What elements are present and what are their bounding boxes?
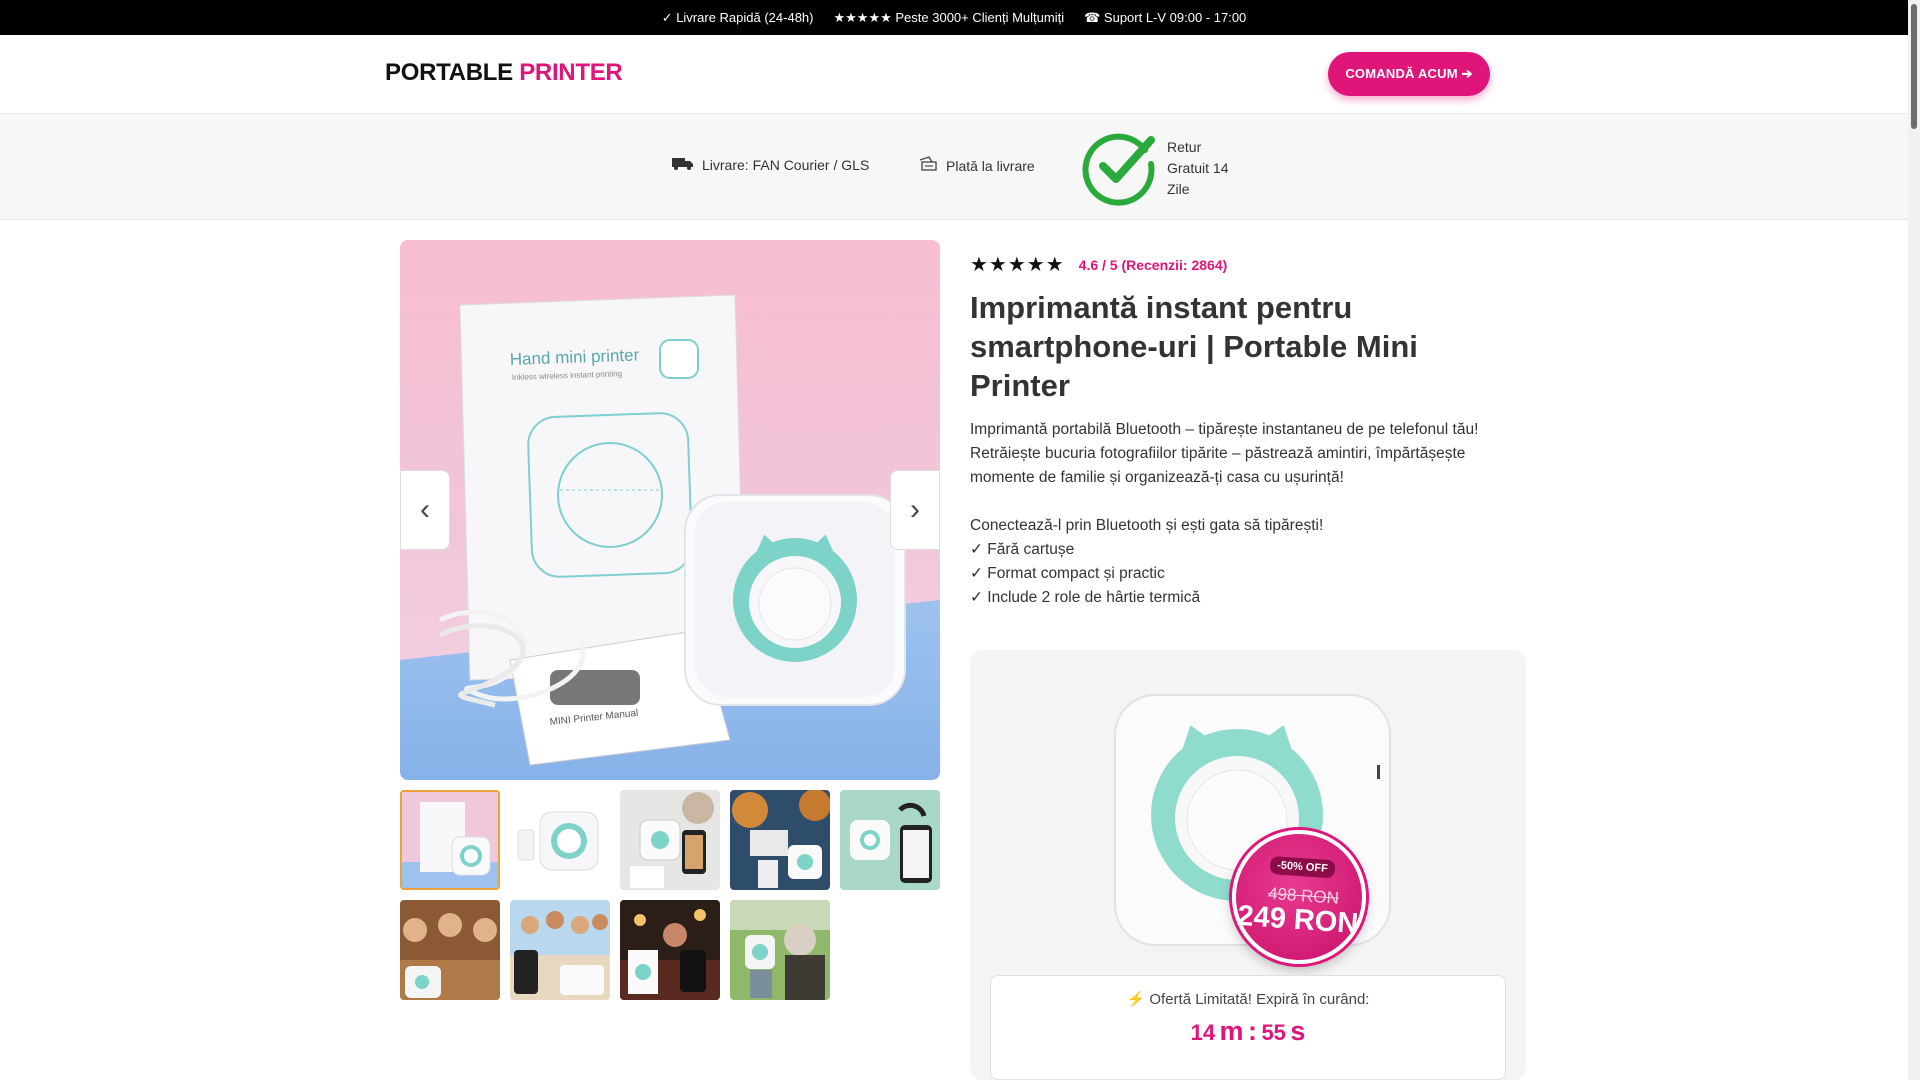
cash-payment-icon [918, 156, 938, 175]
announcement-bar: ✓ Livrare Rapidă (24-48h) ★★★★★ Peste 30… [0, 0, 1908, 35]
shipping-label: Livrare: FAN Courier / GLS [702, 156, 870, 173]
returns-label: Retur Gratuit 14 Zile [1167, 139, 1229, 197]
logo-text-printer: PRINTER [519, 59, 623, 86]
countdown-minutes: 14 [1190, 1020, 1216, 1045]
logo-text-portable: PORTABLE [385, 59, 513, 86]
countdown-timer: 14 m : 55 s [991, 1016, 1505, 1047]
product-main-image: Hand mini printer Inkless wireless insta… [400, 240, 940, 780]
thumbnail-8[interactable] [620, 900, 720, 1000]
chevron-right-icon: › [910, 493, 920, 526]
thumbnail-1[interactable] [400, 790, 500, 890]
feature-no-cartridges: ✓ Fără cartușe [970, 541, 1075, 558]
green-check-icon [1081, 128, 1159, 209]
thumbnail-7[interactable] [510, 900, 610, 1000]
site-logo[interactable]: PORTABLE PRINTER [385, 59, 623, 87]
product-title: Imprimantă instant pentru smartphone-uri… [970, 290, 1418, 403]
product-description: Imprimantă portabilă Bluetooth – tipăreș… [970, 418, 1510, 610]
thumbnail-9[interactable] [730, 900, 830, 1000]
feature-compact: ✓ Format compact și practic [970, 565, 1165, 582]
support-hours-note: ☎ Suport L-V 09:00 - 17:00 [1084, 9, 1247, 25]
feature-paper-rolls: ✓ Include 2 role de hârtie termică [970, 589, 1201, 606]
description-intro: Imprimantă portabilă Bluetooth – tipăreș… [970, 421, 1479, 486]
trust-bar: Livrare: FAN Courier / GLS Plată la livr… [0, 114, 1908, 220]
countdown-seconds: 55 [1261, 1020, 1286, 1045]
thumbnail-3[interactable] [620, 790, 720, 890]
payment-label: Plată la livrare [946, 157, 1035, 174]
order-now-button[interactable]: COMANDĂ ACUM ➔ [1328, 52, 1490, 96]
thumbnail-2[interactable] [510, 790, 610, 890]
countdown-separator: : [1247, 1016, 1257, 1046]
thumbnail-5[interactable] [840, 790, 940, 890]
discount-percent: -50% OFF [1269, 855, 1336, 879]
returns-info: Retur Gratuit 14 Zile [1081, 128, 1237, 209]
product-rating: ★★★★★ 4.6 / 5 (Recenzii: 2864) [970, 252, 1227, 277]
description-bluetooth: Conectează-l prin Bluetooth și ești gata… [970, 517, 1324, 534]
site-header: PORTABLE PRINTER COMANDĂ ACUM ➔ [0, 35, 1908, 114]
scrollbar-thumb[interactable] [1911, 4, 1917, 129]
payment-info: Plată la livrare [918, 156, 1035, 175]
thumbnail-6[interactable] [400, 900, 500, 1000]
offer-box: -50% OFF 498 RON 249 RON ⚡ Ofertă Limita… [970, 650, 1526, 1080]
happy-clients-note: ★★★★★ Peste 3000+ Clienți Mulțumiți [833, 9, 1065, 25]
rating-stars: ★★★★★ [970, 254, 1065, 276]
fast-delivery-note: ✓ Livrare Rapidă (24-48h) [661, 9, 814, 25]
gallery-next-button[interactable]: › [890, 470, 940, 550]
shipping-info: Livrare: FAN Courier / GLS [672, 156, 869, 173]
page-scrollbar[interactable] [1908, 0, 1920, 1080]
new-price: 249 RON [1236, 899, 1360, 941]
countdown-box: ⚡ Ofertă Limitată! Expiră în curând: 14 … [990, 975, 1506, 1080]
rating-summary[interactable]: 4.6 / 5 (Recenzii: 2864) [1079, 257, 1228, 273]
delivery-truck-icon [672, 156, 694, 173]
countdown-label: ⚡ Ofertă Limitată! Expiră în curând: [1126, 991, 1370, 1008]
countdown-minutes-unit: m [1219, 1016, 1244, 1046]
countdown-seconds-unit: s [1290, 1016, 1306, 1046]
thumbnail-4[interactable] [730, 790, 830, 890]
gallery-prev-button[interactable]: ‹ [400, 470, 450, 550]
chevron-left-icon: ‹ [420, 493, 430, 526]
